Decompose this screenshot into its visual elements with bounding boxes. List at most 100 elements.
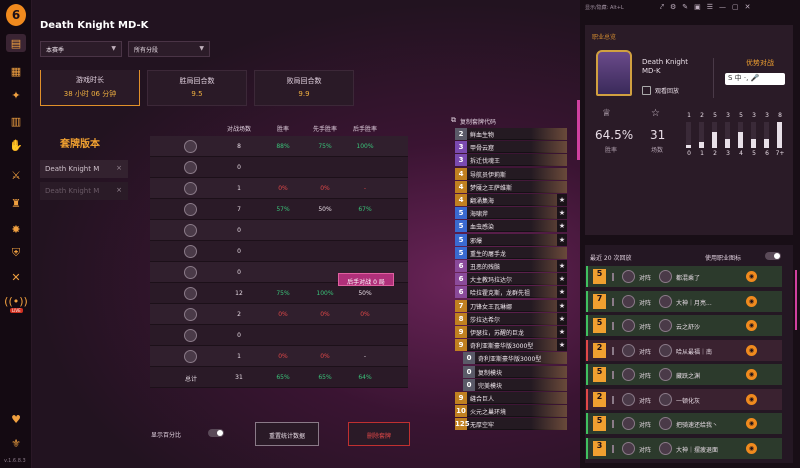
deck-card[interactable]: 5 血虫感染 ★ (455, 220, 567, 233)
cell-first: 75% (318, 143, 332, 150)
chevron-down-icon: ▼ (111, 45, 116, 52)
divider (713, 58, 714, 98)
replay-row[interactable]: 2 对阵 一顿化灰 ◉ (586, 388, 782, 410)
replays-scrollbar[interactable] (795, 270, 797, 330)
watch-replay-label[interactable]: 观看回放 (655, 86, 679, 95)
season-select[interactable]: 本赛季 ▼ (40, 41, 122, 57)
deck-card[interactable]: 6 哈拉霍克斯，龙群先祖 ★ (455, 286, 567, 299)
close-icon[interactable]: × (116, 164, 122, 172)
cell-first: 0% (320, 311, 330, 318)
crossed-swords-nav-icon[interactable]: ✕ (6, 268, 26, 286)
heart-nav-icon[interactable]: ♥ (6, 410, 26, 428)
deck-version-item[interactable]: Death Knight M × (40, 160, 128, 178)
replay-icon[interactable] (642, 86, 651, 95)
curve-count: 5 (739, 112, 743, 119)
cell-second: 0% (360, 311, 370, 318)
class-icon (622, 270, 635, 283)
cell-games: 1 (237, 353, 241, 360)
cell-games: 0 (237, 164, 241, 171)
shield-nav-icon[interactable]: ⛨ (6, 244, 26, 262)
curve-label: 5 (752, 150, 756, 157)
turn-badge: 3 (593, 440, 606, 456)
card-art (531, 246, 567, 259)
delete-deck-button[interactable]: 删除套牌 (348, 422, 410, 446)
legendary-star-icon: ★ (557, 233, 567, 246)
card-cost: 7 (455, 299, 467, 312)
recent-replays-title: 最近 20 次回放 (590, 255, 632, 262)
copy-icon[interactable]: ⧉ (451, 116, 456, 125)
deck-card[interactable]: 9 奇利亚斯豪华版3000型 ★ (455, 339, 567, 352)
rank-divider (612, 371, 614, 379)
deck-card[interactable]: 7 刀锋女王瓦琳娜 ★ (455, 299, 567, 312)
coin-icon: ◉ (746, 369, 757, 380)
toggle-knob (774, 253, 780, 259)
replay-row[interactable]: 5 对阵 把骑速还给我丶 ◉ (586, 413, 782, 434)
deck-version-label: Death Knight M (45, 165, 100, 173)
class-icon (184, 266, 197, 279)
deck-card[interactable]: 4 梦魇之王萨维斯 (455, 180, 567, 193)
coin-icon: ◉ (746, 442, 757, 454)
deck-card[interactable]: 8 莎拉达希尔 ★ (455, 312, 567, 325)
card-art (531, 128, 567, 140)
table-row: 12 75% 100% 50% (150, 283, 408, 304)
class-icon (622, 319, 635, 332)
settings-nav-icon[interactable]: ✸ (6, 220, 26, 238)
curve-label: 4 (739, 150, 743, 157)
battlegrounds-nav-icon[interactable]: ⚔ (6, 166, 26, 184)
copy-deck-code-label[interactable]: 复制套牌代码 (460, 117, 496, 126)
legendary-star-icon: ★ (557, 194, 567, 206)
curve-bar-fill (699, 141, 704, 148)
deck-card[interactable]: 0 复制模块 (463, 365, 567, 378)
deck-card[interactable]: 0 奇利亚斯豪华版3000型 (463, 352, 567, 365)
curve-bar-fill (777, 122, 782, 148)
curve-count: 1 (687, 112, 691, 119)
class-icon (184, 224, 197, 237)
replay-row[interactable]: 5 对阵 藏跃之渊 ◉ (586, 364, 782, 385)
torch-nav-icon[interactable]: ✦ (6, 86, 26, 104)
replay-row[interactable]: 5 对阵 云之舒沙 ◉ (586, 315, 782, 336)
decks-nav-icon[interactable]: ▤ (6, 34, 26, 52)
rank-select[interactable]: 所有分段 ▼ (128, 41, 210, 57)
deck-card[interactable]: 5 邪爆 ★ (455, 233, 567, 246)
curve-count: 3 (726, 112, 730, 119)
deck-card[interactable]: 3 拆迁伐魂王 (455, 154, 567, 167)
close-icon[interactable]: × (116, 186, 122, 194)
use-class-icon-toggle[interactable] (765, 252, 781, 260)
card-nav-icon[interactable]: ▥ (6, 112, 26, 130)
show-percent-toggle[interactable] (208, 429, 224, 437)
deck-card[interactable]: 9 伊瑟拉，苏醒的巨龙 ★ (455, 326, 567, 338)
deck-card[interactable]: 0 完美模块 (463, 378, 567, 391)
loss-turns-value: 9.9 (298, 90, 310, 98)
deck-version-item[interactable]: Death Knight M × (40, 182, 128, 200)
deck-card[interactable]: 6 大主教玛拉达尔 ★ (455, 273, 567, 286)
cell-winrate: 75% (276, 290, 290, 297)
deck-card[interactable]: 3 甲骨云窟 (455, 141, 567, 154)
replay-row[interactable]: 7 对阵 大神｜月亮... ◉ (586, 290, 782, 312)
opponent-name: 大神｜摆疲退面 (676, 446, 719, 454)
mirror-match-button[interactable]: 后手对战 0 局 (338, 273, 394, 286)
reset-stats-button[interactable]: 重置统计数据 (255, 422, 319, 446)
deck-card[interactable]: 6 丑恶的残骸 ★ (455, 260, 567, 272)
deck-card[interactable]: 4 翻涌集海 ★ (455, 194, 567, 206)
grid-nav-icon[interactable]: ▦ (6, 62, 26, 80)
guild-nav-icon[interactable]: ⚜ (6, 434, 26, 452)
table-row: 0 (150, 157, 408, 178)
duration-stat: 游戏时长 38 小时 06 分钟 (40, 70, 140, 106)
deck-card[interactable]: 125 无厚空牢 (455, 418, 567, 431)
deck-card[interactable]: 4 导航员伊莉斯 (455, 167, 567, 180)
deck-card[interactable]: 2 鲜血生物 (455, 128, 567, 140)
deck-card[interactable]: 5 海啸斧 ★ (455, 207, 567, 220)
replay-row[interactable]: 2 对阵 哈从最福｜南 ◉ (586, 339, 782, 361)
app-logo-icon[interactable]: 6 (6, 4, 26, 26)
deck-card[interactable]: 9 缝合巨人 (455, 392, 567, 404)
replay-row[interactable]: 3 对阵 大神｜摆疲退面 ◉ (586, 437, 782, 459)
window-controls[interactable]: ⤤⚙✎▣☰—▢✕ (660, 3, 756, 12)
card-name: 海啸斧 (470, 211, 489, 219)
deck-version-label: Death Knight M (45, 187, 100, 195)
class-icon (184, 140, 197, 153)
arena-nav-icon[interactable]: ♜ (6, 194, 26, 212)
replay-row[interactable]: 5 对阵 都混乘了 ◉ (586, 266, 782, 287)
hand-nav-icon[interactable]: ✋ (6, 136, 26, 154)
deck-card[interactable]: 10 火元之巢环境 (455, 405, 567, 418)
deck-card[interactable]: 5 重生的屠手龙 (455, 246, 567, 259)
